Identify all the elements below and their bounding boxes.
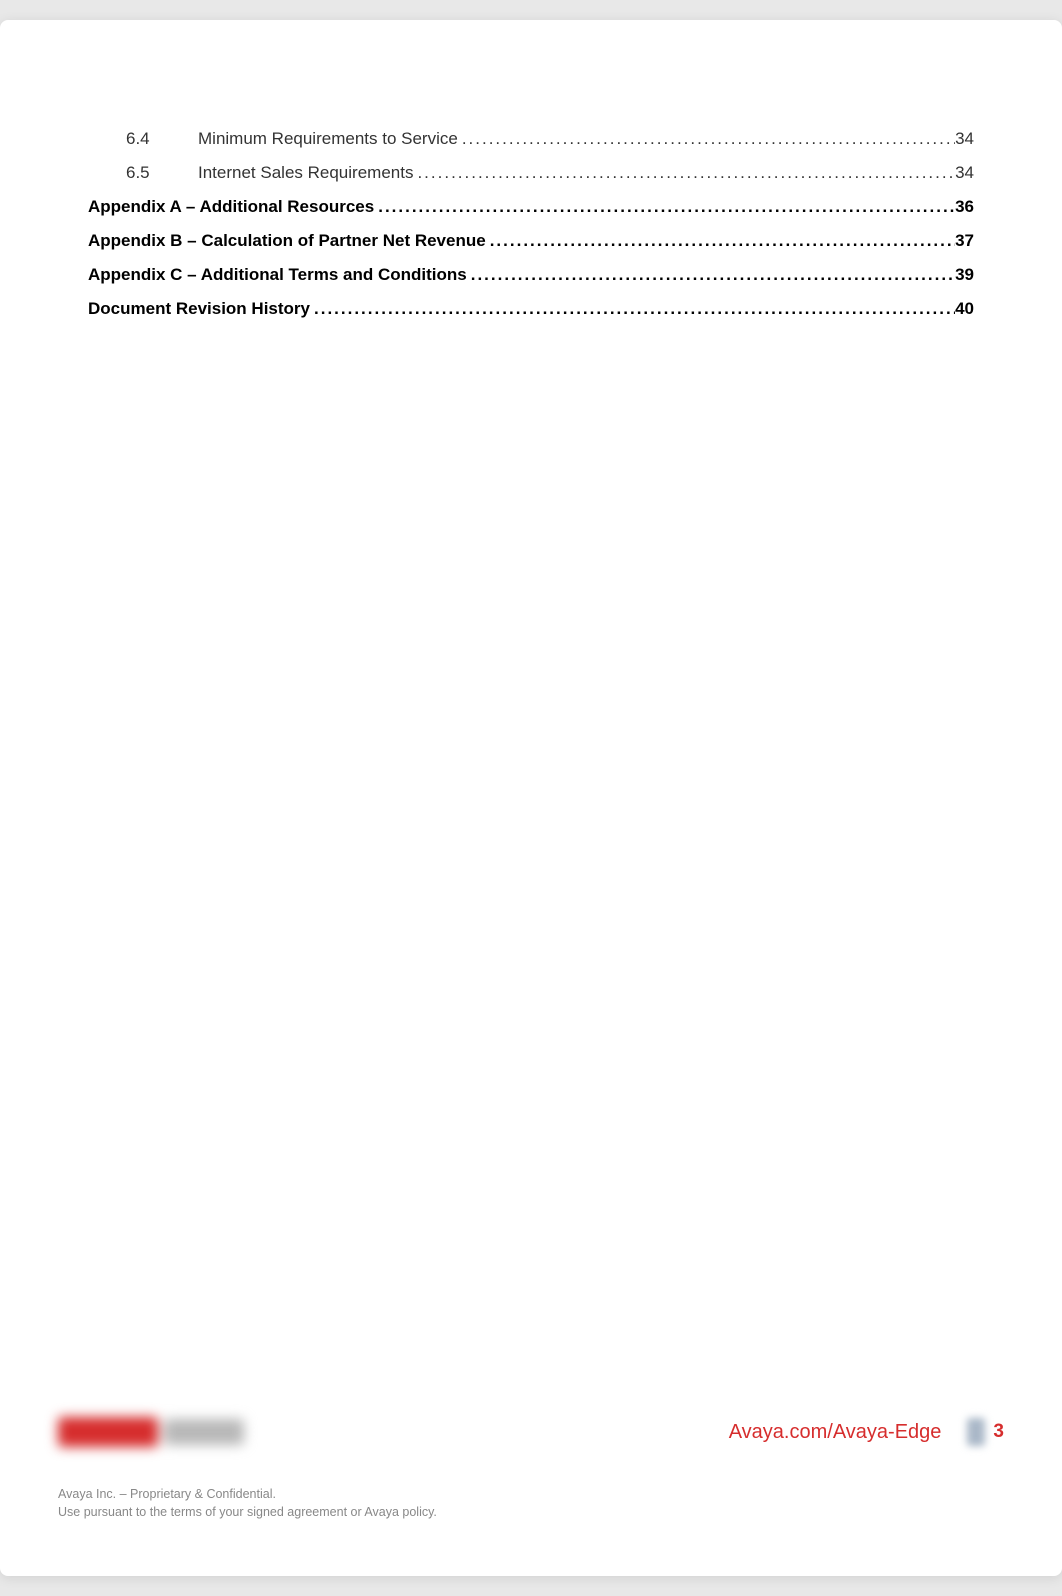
toc-entry-title: Minimum Requirements to Service: [198, 125, 458, 153]
toc-entry-page: 39: [955, 261, 974, 289]
toc-entry[interactable]: Appendix B – Calculation of Partner Net …: [88, 227, 974, 255]
toc-entry-number: 6.4: [126, 125, 198, 153]
toc-entry-title: Appendix C – Additional Terms and Condit…: [88, 261, 467, 289]
badge-decoration: [967, 1418, 985, 1446]
toc-entry-title: Document Revision History: [88, 295, 310, 323]
footer-top-row: Avaya.com/Avaya-Edge 3: [58, 1408, 1004, 1456]
legal-line-2: Use pursuant to the terms of your signed…: [58, 1504, 1004, 1522]
brand-logo: [58, 1408, 258, 1456]
toc-entry-leader: ........................................…: [486, 227, 955, 255]
toc-entry-page: 40: [955, 295, 974, 323]
page-footer: Avaya.com/Avaya-Edge 3 Avaya Inc. – Prop…: [58, 1408, 1004, 1521]
toc-entry-page: 34: [955, 159, 974, 187]
document-page: 6.4Minimum Requirements to Service......…: [0, 20, 1062, 1576]
toc-entry[interactable]: Document Revision History...............…: [88, 295, 974, 323]
footer-legal-text: Avaya Inc. – Proprietary & Confidential.…: [58, 1486, 1004, 1521]
toc-entry[interactable]: Appendix A – Additional Resources.......…: [88, 193, 974, 221]
page-number-badge: 3: [967, 1418, 1004, 1446]
page-number: 3: [993, 1421, 1004, 1443]
toc-entry[interactable]: 6.5Internet Sales Requirements..........…: [88, 159, 974, 187]
toc-entry-title: Appendix A – Additional Resources: [88, 193, 374, 221]
toc-entry[interactable]: Appendix C – Additional Terms and Condit…: [88, 261, 974, 289]
legal-line-1: Avaya Inc. – Proprietary & Confidential.: [58, 1486, 1004, 1504]
toc-entry-title: Internet Sales Requirements: [198, 159, 413, 187]
table-of-contents: 6.4Minimum Requirements to Service......…: [88, 125, 974, 323]
footer-url: Avaya.com/Avaya-Edge: [729, 1421, 942, 1444]
logo-gray-part: [164, 1419, 244, 1445]
toc-entry-page: 34: [955, 125, 974, 153]
toc-entry-leader: ........................................…: [413, 159, 955, 187]
toc-entry-leader: ........................................…: [374, 193, 955, 221]
footer-right: Avaya.com/Avaya-Edge 3: [729, 1418, 1004, 1446]
toc-entry-title: Appendix B – Calculation of Partner Net …: [88, 227, 486, 255]
toc-entry-number: 6.5: [126, 159, 198, 187]
toc-entry-leader: ........................................…: [458, 125, 955, 153]
toc-entry-leader: ........................................…: [310, 295, 955, 323]
logo-red-part: [58, 1417, 158, 1447]
toc-entry-page: 37: [955, 227, 974, 255]
toc-entry-page: 36: [955, 193, 974, 221]
toc-entry[interactable]: 6.4Minimum Requirements to Service......…: [88, 125, 974, 153]
toc-entry-leader: ........................................…: [467, 261, 955, 289]
